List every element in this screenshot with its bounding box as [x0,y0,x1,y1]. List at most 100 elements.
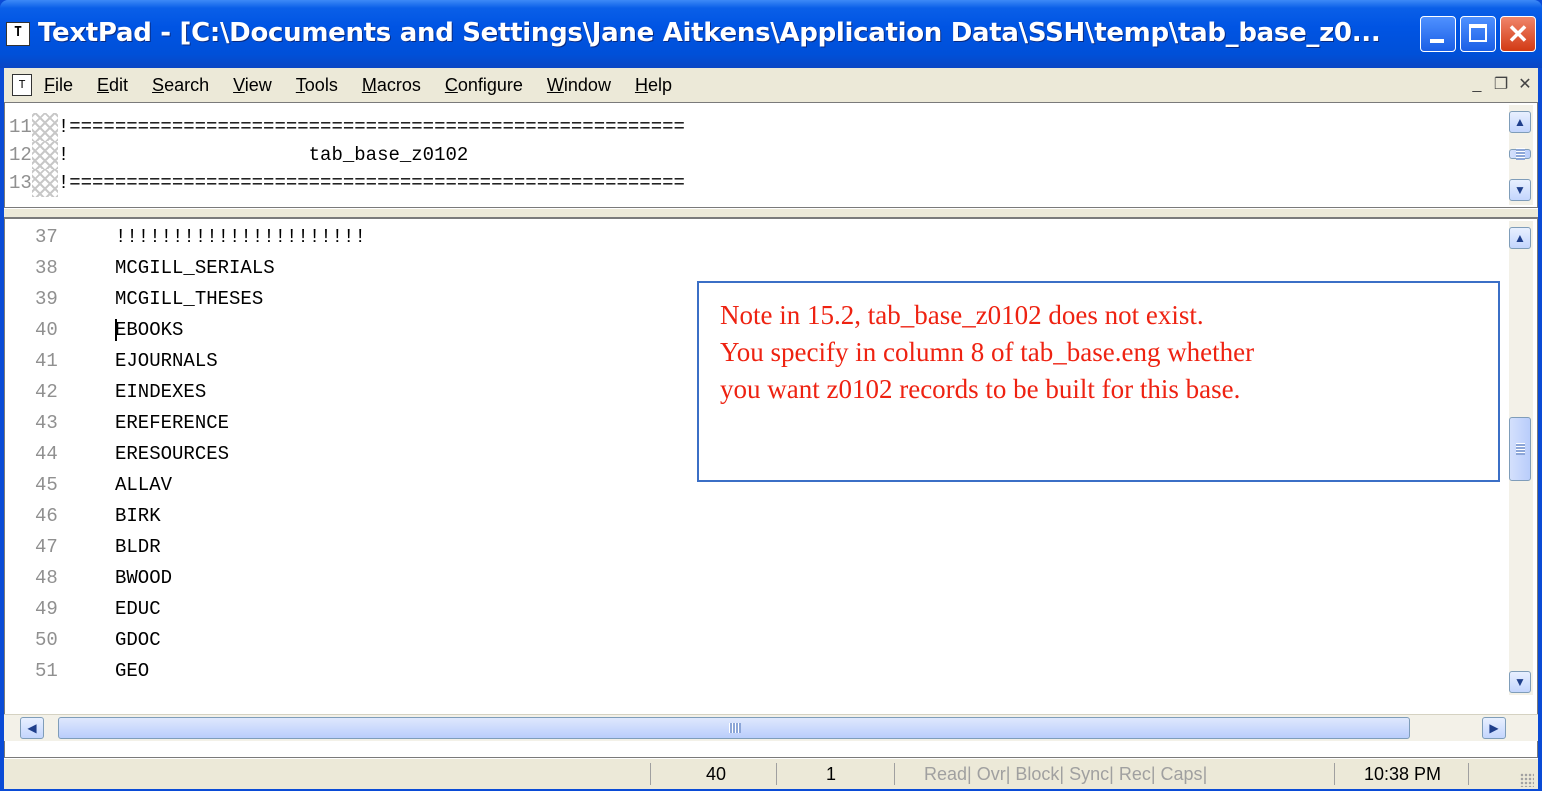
code-line[interactable]: 50 GDOC [35,626,161,654]
textpad-window: T TextPad - [C:\Documents and Settings\J… [0,0,1542,791]
close-button[interactable]: ✕ [1500,16,1536,52]
code-line[interactable]: 41 EJOURNALS [35,347,218,375]
horizontal-scrollbar[interactable]: ◀ ▶ [4,714,1538,741]
line-text: MCGILL_THESES [115,288,264,310]
bookmark-gutter-icon [31,141,58,169]
line-number: 40 [35,319,58,341]
code-line[interactable]: 13 !=====================================… [9,169,685,197]
line-number: 41 [35,350,58,372]
menu-window[interactable]: Window [547,75,611,96]
status-flag-ovr: Ovr [976,764,1006,784]
code-line[interactable]: 11 !=====================================… [9,113,685,141]
status-flag-sync: Sync [1069,764,1110,784]
line-text: BLDR [115,536,161,558]
line-text: MCGILL_SERIALS [115,257,275,279]
status-flag-separator: | [967,764,977,784]
status-flag-separator: | [1059,764,1070,784]
resize-grip-icon[interactable] [1520,773,1534,787]
main-pane-vscroll[interactable]: ▲ ▼ [1509,221,1533,695]
code-line[interactable]: 48 BWOOD [35,564,172,592]
title-bar[interactable]: T TextPad - [C:\Documents and Settings\J… [0,0,1542,68]
top-pane-vscroll[interactable]: ▲ ▼ [1509,105,1533,205]
menu-edit[interactable]: Edit [97,75,128,96]
line-number: 12 [9,144,32,166]
line-text: EJOURNALS [115,350,218,372]
menu-file[interactable]: File [44,75,73,96]
code-line[interactable]: 38 MCGILL_SERIALS [35,254,275,282]
scroll-right-icon[interactable]: ▶ [1482,717,1506,739]
textpad-app-icon[interactable]: T [6,22,30,46]
main-pane-scroll-thumb[interactable] [1509,417,1531,481]
line-text: EINDEXES [115,381,207,403]
close-icon: ✕ [1507,19,1529,49]
line-number: 37 [35,226,58,248]
grip-icon [729,723,741,733]
menu-help[interactable]: Help [635,75,672,96]
code-line[interactable]: 43 EREFERENCE [35,409,229,437]
horizontal-scroll-thumb[interactable] [58,717,1410,739]
code-line[interactable]: 52HLTH [35,688,161,693]
code-line[interactable]: 46 BIRK [35,502,161,530]
code-line[interactable]: 39 MCGILL_THESES [35,285,263,313]
scroll-down-icon[interactable]: ▼ [1509,671,1531,693]
status-flag-rec: Rec [1118,764,1151,784]
line-text: HLTH [115,691,161,693]
status-divider [650,763,651,785]
menu-tools[interactable]: Tools [296,75,338,96]
line-number: 52 [35,688,115,693]
code-line[interactable]: 37!!!!!!!!!!!!!!!!!!!!!! [35,223,366,251]
line-number: 46 [35,505,58,527]
menu-view[interactable]: View [233,75,272,96]
code-line[interactable]: 51 GEO [35,657,149,685]
minimize-button[interactable] [1420,16,1456,52]
line-number: 39 [35,288,58,310]
scroll-down-icon[interactable]: ▼ [1509,179,1531,201]
line-number: 44 [35,443,58,465]
scroll-up-icon[interactable]: ▲ [1509,227,1531,249]
doc-minimize-icon[interactable]: _ [1468,76,1486,94]
status-flag-caps: Caps [1160,764,1203,784]
code-line[interactable]: 47 BLDR [35,533,161,561]
status-divider [776,763,777,785]
code-line[interactable]: 49 EDUC [35,595,161,623]
split-pane-top[interactable]: 11 !=====================================… [4,102,1538,208]
status-flag-separator: | [1005,764,1016,784]
scroll-left-icon[interactable]: ◀ [20,717,44,739]
status-divider [1468,763,1469,785]
menu-macros[interactable]: Macros [362,75,421,96]
code-line[interactable]: 44 ERESOURCES [35,440,229,468]
status-flag-separator: | [1150,764,1161,784]
pane-splitter[interactable] [4,208,1538,218]
note-line: You specify in column 8 of tab_base.eng … [720,337,1255,367]
top-pane-text[interactable]: 11 !=====================================… [9,113,1499,203]
menu-search[interactable]: Search [152,75,209,96]
line-number: 51 [35,660,58,682]
scroll-up-icon[interactable]: ▲ [1509,111,1531,133]
line-number: 48 [35,567,58,589]
code-line[interactable]: 40 EBOOKS [35,316,183,344]
line-text: GDOC [115,629,161,651]
minimize-icon [1430,39,1444,43]
status-flag-separator: | [1109,764,1119,784]
doc-restore-icon[interactable]: ❐ [1492,76,1510,94]
bookmark-gutter-icon [31,113,58,141]
code-line[interactable]: 12 ! tab_base_z0102 [9,141,468,169]
maximize-button[interactable] [1460,16,1496,52]
status-column-number: 1 [826,764,837,784]
line-number: 50 [35,629,58,651]
line-number: 45 [35,474,58,496]
code-line[interactable]: 45 ALLAV [35,471,172,499]
doc-close-icon[interactable]: ✕ [1516,76,1534,94]
top-pane-scroll-thumb[interactable] [1509,148,1531,160]
status-line-number: 40 [706,764,727,784]
window-title: TextPad - [C:\Documents and Settings\Jan… [38,18,1381,48]
line-number: 49 [35,598,58,620]
code-line[interactable]: 42 EINDEXES [35,378,206,406]
status-flags: Read| Ovr| Block| Sync| Rec| Caps| [924,763,1207,785]
document-icon[interactable]: T [12,74,32,96]
menu-configure[interactable]: Configure [445,75,523,96]
annotation-note: Note in 15.2, tab_base_z0102 does not ex… [697,281,1500,482]
line-text: BWOOD [115,567,173,589]
line-number: 42 [35,381,58,403]
maximize-icon [1469,24,1487,42]
